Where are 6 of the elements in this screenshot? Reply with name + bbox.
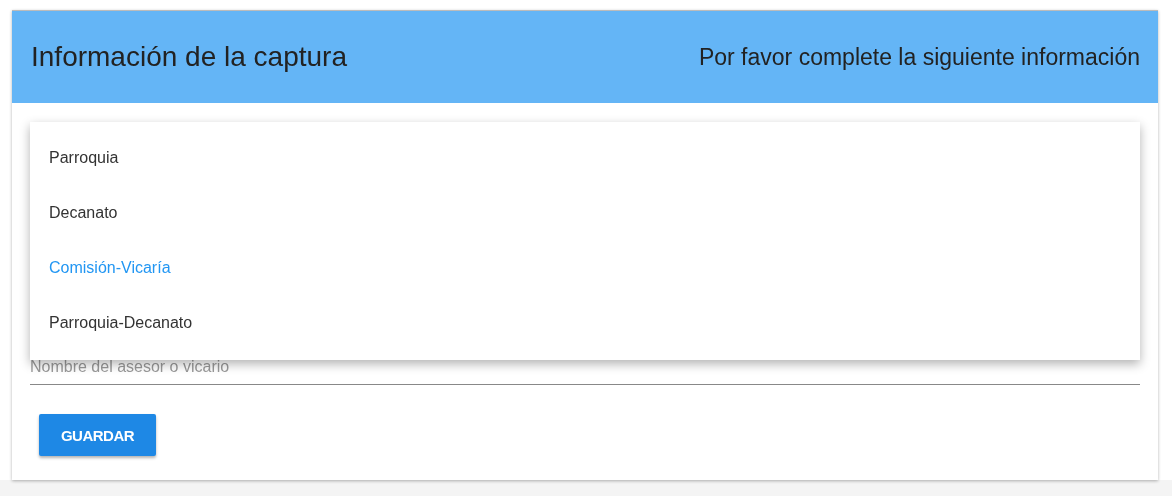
card-title: Información de la captura bbox=[31, 41, 347, 73]
menu-item[interactable]: Decanato bbox=[30, 185, 1140, 240]
menu-item[interactable]: Parroquia bbox=[30, 130, 1140, 185]
card-subtitle: Por favor complete la siguiente información bbox=[698, 43, 1140, 71]
save-button[interactable]: GUARDAR bbox=[39, 414, 156, 456]
menu-item[interactable]: Parroquia-Decanato bbox=[30, 295, 1140, 350]
